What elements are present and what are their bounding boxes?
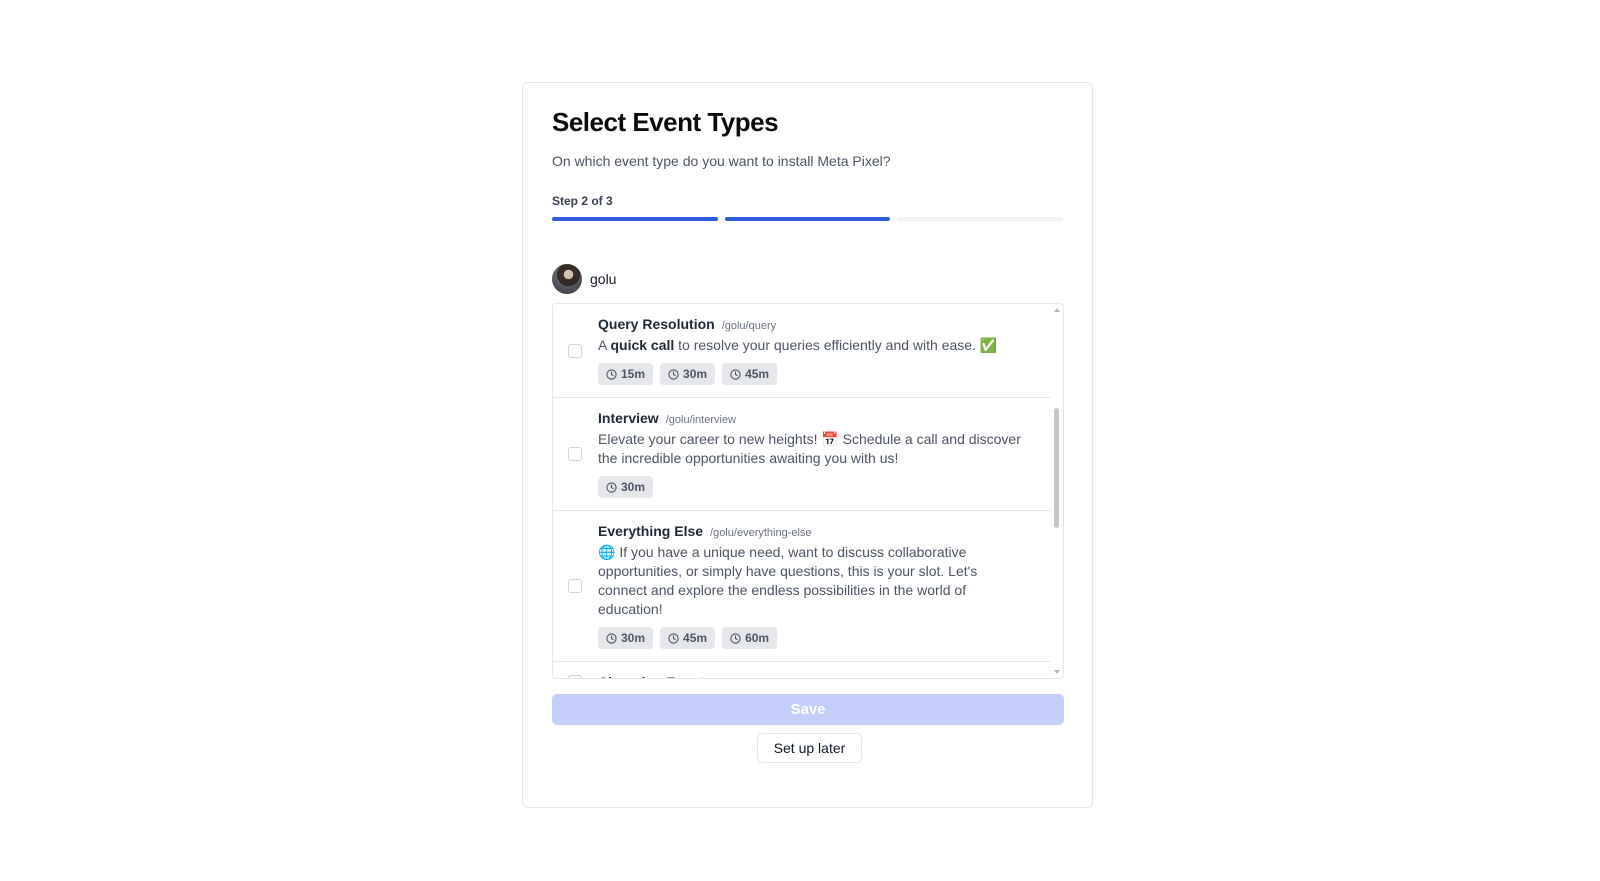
step-label: Step 2 of 3 <box>552 194 613 208</box>
event-type-item[interactable]: Query Resolution/golu/query A quick call … <box>553 304 1051 398</box>
duration-badges: 15m 30m 45m <box>598 363 1035 385</box>
clock-icon <box>606 368 617 380</box>
duration-badge: 45m <box>722 363 778 385</box>
duration-label: 30m <box>683 367 708 381</box>
event-type-checkbox[interactable] <box>568 343 582 358</box>
description-bold-text: quick call <box>610 337 675 353</box>
progress-segment-1 <box>552 217 718 221</box>
duration-label: 45m <box>745 367 770 381</box>
event-type-checkbox[interactable] <box>568 579 582 593</box>
event-type-item[interactable]: Changing Event/golu/chat-with-golu <box>553 662 1051 679</box>
scrollbar-thumb[interactable] <box>1054 408 1059 528</box>
description-text: A <box>598 337 611 353</box>
duration-label: 30m <box>621 480 646 494</box>
clock-icon <box>606 632 617 644</box>
duration-badge: 45m <box>660 627 716 649</box>
duration-badge: 30m <box>660 363 716 385</box>
event-type-item[interactable]: Interview/golu/interview Elevate your car… <box>553 398 1051 511</box>
event-type-description: A quick call to resolve your queries eff… <box>598 336 1028 355</box>
clock-icon <box>668 368 679 380</box>
save-button[interactable]: Save <box>552 694 1064 725</box>
owner-name: golu <box>590 271 617 287</box>
onboarding-card: Select Event Types On which event type d… <box>522 82 1093 808</box>
event-type-list[interactable]: Query Resolution/golu/query A quick call … <box>552 303 1064 679</box>
event-type-slug: /golu/query <box>721 320 777 332</box>
duration-badge: 60m <box>722 627 778 649</box>
owner-row: golu <box>552 264 616 294</box>
duration-label: 15m <box>621 367 646 381</box>
clock-icon <box>730 632 741 644</box>
event-type-description: Elevate your career to new heights! 📅 Sc… <box>598 431 1021 466</box>
duration-badge: 15m <box>598 363 654 385</box>
duration-label: 30m <box>621 631 646 645</box>
duration-badges: 30m <box>598 476 1035 498</box>
page-subtitle: On which event type do you want to insta… <box>552 153 891 169</box>
scroll-up-arrow-icon[interactable] <box>1054 308 1060 312</box>
event-type-slug: /golu/everything-else <box>710 527 812 539</box>
event-type-checkbox[interactable] <box>568 447 582 461</box>
event-type-slug: /golu/chat-with-golu <box>712 678 807 679</box>
event-type-title: Changing Event <box>598 674 705 678</box>
step-progress <box>552 217 1064 221</box>
event-type-description: 🌐 If you have a unique need, want to dis… <box>598 544 978 617</box>
duration-badge: 30m <box>598 627 654 649</box>
description-text: to resolve your queries efficiently and … <box>674 337 998 353</box>
event-type-item[interactable]: Everything Else/golu/everything-else 🌐 If… <box>553 511 1051 662</box>
event-type-header: Interview/golu/interview <box>598 410 1035 426</box>
clock-icon <box>668 632 679 644</box>
progress-segment-3 <box>897 217 1064 221</box>
event-type-header: Query Resolution/golu/query <box>598 316 1035 332</box>
event-type-title: Interview <box>598 410 659 426</box>
clock-icon <box>730 368 741 380</box>
event-type-title: Everything Else <box>598 523 704 539</box>
clock-icon <box>606 481 617 493</box>
duration-label: 60m <box>745 631 770 645</box>
progress-segment-2 <box>724 217 891 221</box>
event-type-checkbox[interactable] <box>568 675 582 678</box>
duration-label: 45m <box>683 631 708 645</box>
scrollbar[interactable] <box>1051 304 1063 678</box>
event-type-title: Query Resolution <box>598 316 715 332</box>
event-type-header: Everything Else/golu/everything-else <box>598 523 1035 539</box>
scroll-down-arrow-icon[interactable] <box>1054 670 1060 674</box>
event-type-header: Changing Event/golu/chat-with-golu <box>598 674 1035 679</box>
page-title: Select Event Types <box>552 107 779 137</box>
set-up-later-button[interactable]: Set up later <box>757 733 862 763</box>
event-type-list-content: Query Resolution/golu/query A quick call … <box>553 304 1051 679</box>
duration-badge: 30m <box>598 476 654 498</box>
event-type-slug: /golu/interview <box>665 414 737 426</box>
duration-badges: 30m 45m 60m <box>598 627 1035 649</box>
avatar <box>552 264 582 294</box>
